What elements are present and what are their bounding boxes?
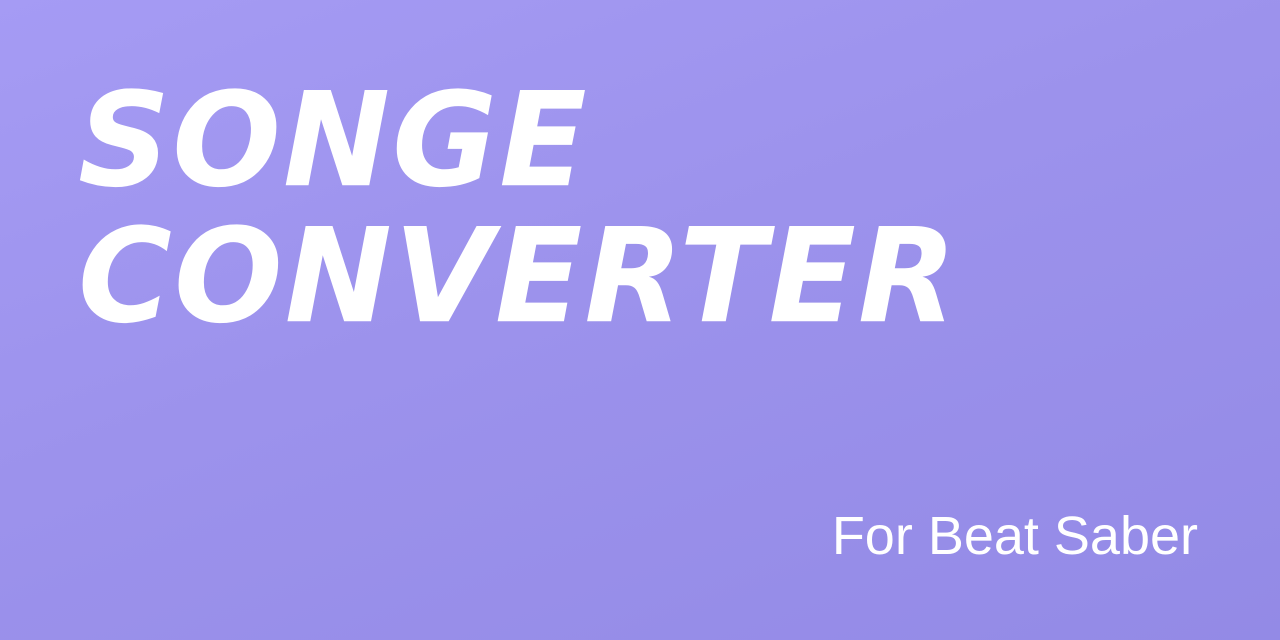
banner-subtitle: For Beat Saber xyxy=(831,506,1198,566)
title-line-songe: SONGE xyxy=(78,64,589,217)
banner: { "banner": { "title_line_1": "SONGE", "… xyxy=(0,0,1280,640)
title-line-converter: CONVERTER xyxy=(78,200,959,353)
banner-title: SONGE CONVERTER xyxy=(78,64,959,353)
